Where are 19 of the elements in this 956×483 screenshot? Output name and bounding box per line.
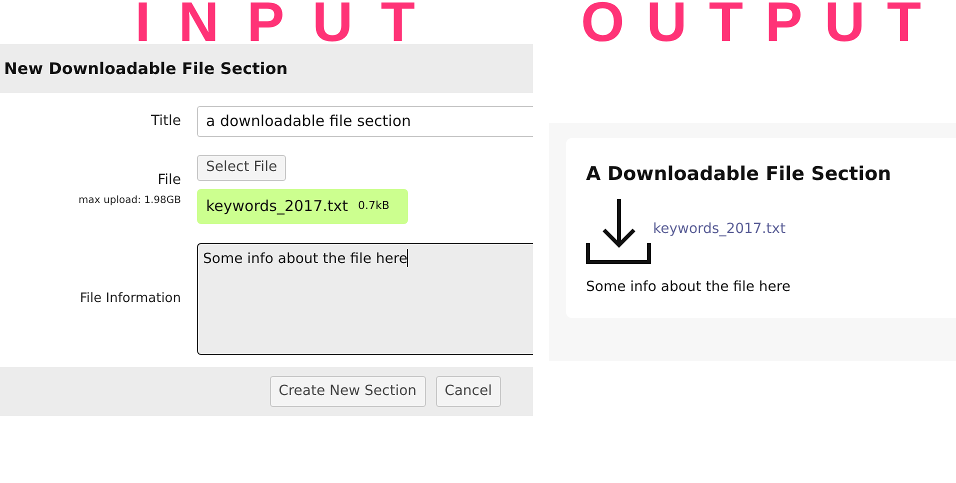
form-title: New Downloadable File Section [4, 58, 288, 80]
output-heading: OUTPUT [580, 0, 944, 44]
text-area[interactable]: Some info about the file here [197, 243, 533, 355]
text-field[interactable]: a downloadable file section [197, 106, 533, 136]
field-label: File Information [80, 291, 181, 306]
download-icon [586, 198, 651, 264]
create-section-button[interactable]: Create New Section [270, 376, 426, 407]
input-heading: INPUT [135, 0, 443, 44]
file-size: 0.7kB [358, 198, 390, 214]
section-title: A Downloadable File Section [586, 162, 892, 187]
field-label: File [158, 171, 181, 190]
file-name: keywords_2017.txt [206, 196, 348, 217]
field-label: Title [150, 112, 181, 128]
file-description: Some info about the file here [586, 278, 792, 296]
text-cursor [407, 249, 408, 267]
cancel-button[interactable]: Cancel [436, 376, 501, 407]
select-file-button[interactable]: Select File [197, 154, 286, 180]
upload-limit-hint: max upload: 1.98GB [78, 194, 181, 208]
file-link[interactable]: keywords_2017.txt [653, 218, 786, 240]
